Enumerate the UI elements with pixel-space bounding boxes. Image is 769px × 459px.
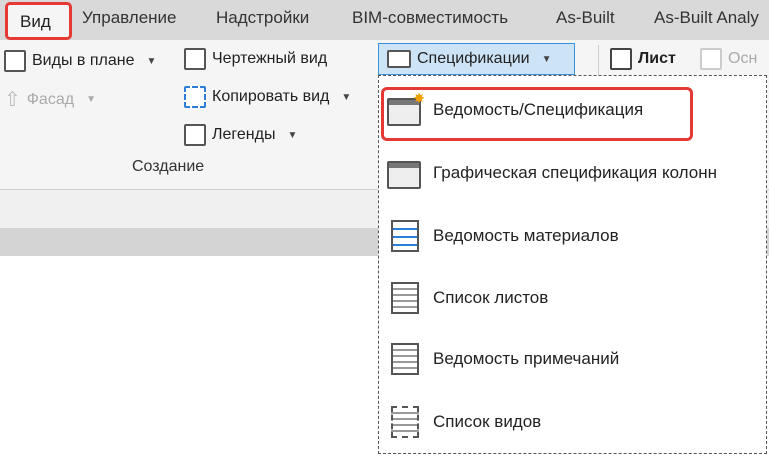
menu-item-graphical-column-schedule[interactable]: Графическая спецификация колонн	[385, 155, 717, 191]
drafting-view-icon	[184, 48, 206, 70]
title-block-button[interactable]: Осн	[700, 48, 757, 70]
highlight-box	[381, 87, 693, 141]
tab-as-built[interactable]: As-Built	[556, 8, 615, 28]
tab-manage[interactable]: Управление	[82, 8, 177, 28]
tab-addins[interactable]: Надстройки	[216, 8, 309, 28]
duplicate-view-icon	[184, 86, 206, 108]
menu-item-sheet-list[interactable]: Список листов	[385, 280, 548, 316]
sheet-list-icon	[385, 280, 423, 316]
legends-button[interactable]: Легенды ▼	[184, 124, 297, 146]
label: Легенды	[212, 126, 276, 143]
dropdown-arrow-icon: ▼	[287, 129, 298, 141]
dropdown-arrow-icon: ▼	[341, 91, 352, 103]
column-schedule-icon	[385, 155, 423, 191]
menu-item-view-list[interactable]: Список видов	[385, 404, 541, 440]
panel-label-create: Создание	[132, 158, 205, 175]
title-block-icon	[700, 48, 722, 70]
dropdown-arrow-icon: ▼	[146, 55, 157, 67]
tab-as-built-analysis[interactable]: As-Built Analy	[654, 8, 759, 28]
label: Ведомость материалов	[433, 226, 619, 245]
sheet-icon	[610, 48, 632, 70]
label: Лист	[638, 50, 676, 67]
dropdown-arrow-icon: ▼	[86, 94, 96, 105]
schedule-icon	[387, 50, 411, 68]
note-block-icon	[385, 341, 423, 377]
label: Ведомость примечаний	[433, 349, 620, 368]
label: Графическая спецификация колонн	[433, 163, 718, 182]
sheet-button[interactable]: Лист	[610, 48, 676, 70]
legend-icon	[184, 124, 206, 146]
elevation-icon: ⇧	[4, 89, 21, 111]
label: Копировать вид	[212, 88, 330, 105]
tab-bim-interop[interactable]: BIM-совместимость	[352, 8, 508, 28]
material-takeoff-icon	[385, 218, 423, 254]
label: Спецификации	[417, 50, 530, 67]
menu-item-material-takeoff[interactable]: Ведомость материалов	[385, 218, 619, 254]
tab-view[interactable]: Вид	[5, 2, 72, 40]
plan-view-icon	[4, 50, 26, 72]
elevation-button[interactable]: ⇧ Фасад ▼	[4, 87, 96, 112]
label: Фасад	[26, 90, 75, 108]
label: Осн	[728, 50, 758, 67]
label: Список видов	[433, 412, 542, 431]
ribbon-tab-bar: Вид Управление Надстройки BIM-совместимо…	[0, 0, 769, 40]
schedules-button[interactable]: Спецификации ▼	[378, 43, 575, 75]
menu-item-note-block[interactable]: Ведомость примечаний	[385, 341, 619, 377]
drafting-view-button[interactable]: Чертежный вид	[184, 48, 327, 70]
label: Список листов	[433, 288, 549, 307]
label: Чертежный вид	[212, 50, 328, 67]
duplicate-view-button[interactable]: Копировать вид ▼	[184, 86, 351, 108]
plan-views-button[interactable]: Виды в плане ▼	[4, 50, 156, 72]
view-list-icon	[385, 404, 423, 440]
label: Виды в плане	[32, 52, 135, 69]
dropdown-arrow-icon: ▼	[541, 53, 552, 65]
